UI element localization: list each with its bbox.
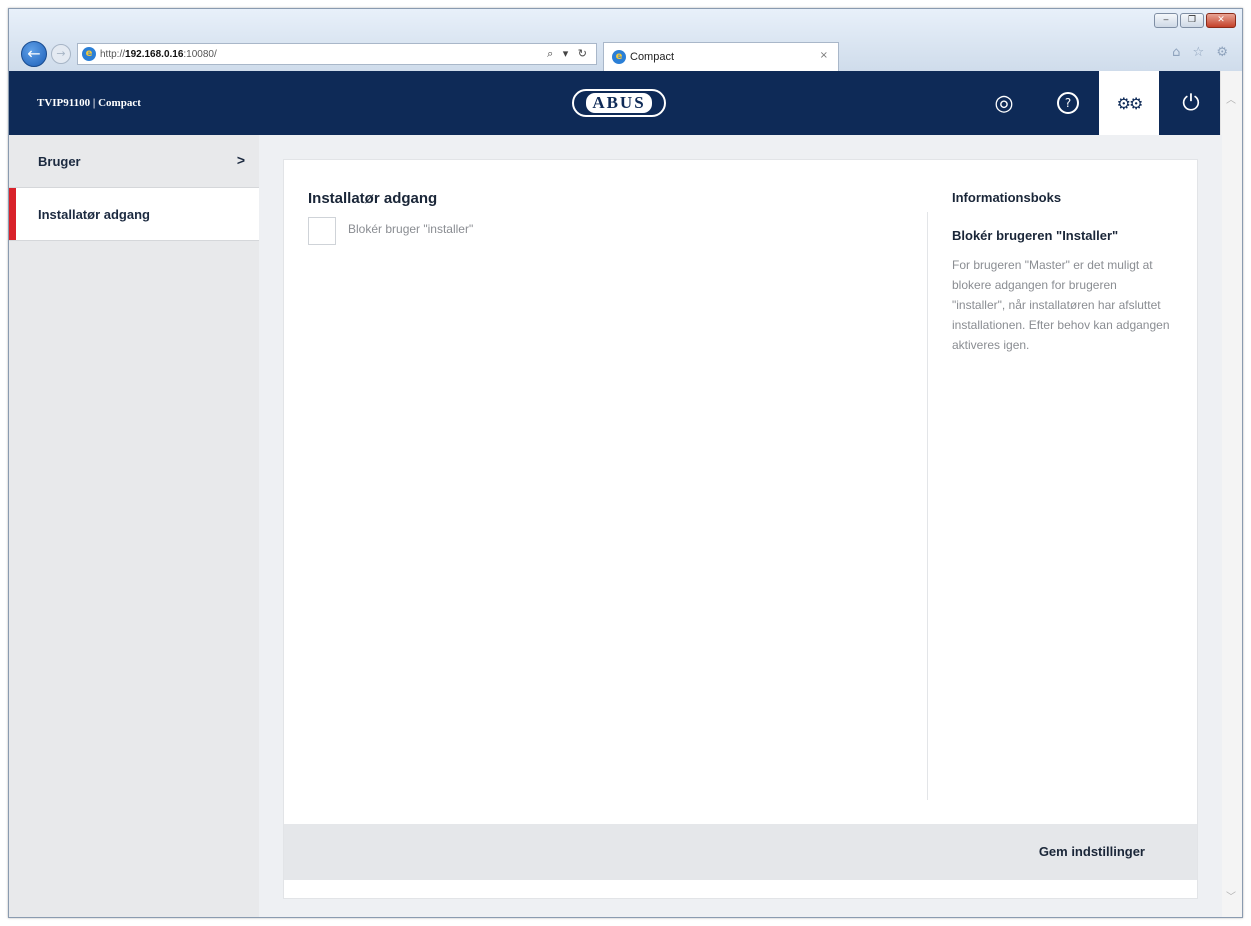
logo-text: ABUS (586, 93, 652, 113)
help-button[interactable]: ? (1038, 71, 1098, 135)
info-box-text: For brugeren "Master" er det muligt at b… (952, 258, 1170, 352)
power-button[interactable]: ⏻ (1161, 71, 1221, 135)
info-divider (927, 212, 928, 800)
main-content: Installatør adgang Blokér bruger "instal… (259, 135, 1222, 917)
app-header: TVIP91100 | Compact ABUS ◎ ? ⚙⚙ ⏻ (9, 71, 1222, 135)
window-controls: ‒ ❐ ✕ (1154, 13, 1236, 28)
close-window-button[interactable]: ✕ (1206, 13, 1236, 28)
device-title: TVIP91100 | Compact (37, 97, 141, 109)
back-arrow-icon[interactable]: ← (21, 41, 47, 67)
settings-icon: ⚙⚙ (1116, 93, 1144, 113)
panel-footer: Gem indstillinger (284, 824, 1197, 880)
block-installer-checkbox[interactable] (308, 217, 336, 245)
page-scrollbar[interactable]: ︿ ﹀ (1220, 71, 1242, 917)
address-bar[interactable]: e http:// 192.168.0.16 :10080/ ⌕ ▾ ↻ (77, 43, 597, 65)
camera-icon: ◎ (994, 90, 1014, 116)
sidebar-item-label: Bruger (38, 153, 81, 169)
camera-button[interactable]: ◎ (974, 71, 1034, 135)
abus-logo: ABUS (572, 89, 666, 117)
chevron-right-icon: > (236, 152, 245, 168)
home-favorites-settings-icons[interactable]: ⌂ ☆ ⚙ (1172, 45, 1232, 60)
sidebar-item-label: Installatør adgang (38, 206, 150, 222)
forward-arrow-icon[interactable]: → (51, 44, 71, 64)
maximize-button[interactable]: ❐ (1180, 13, 1204, 28)
help-icon: ? (1057, 92, 1079, 114)
tab-title: Compact (630, 51, 675, 63)
settings-panel: Installatør adgang Blokér bruger "instal… (283, 159, 1198, 899)
sidebar-item-bruger[interactable]: Bruger > (9, 135, 259, 188)
power-icon: ⏻ (1182, 90, 1200, 116)
settings-button[interactable]: ⚙⚙ (1099, 71, 1159, 135)
sidebar: Bruger > Installatør adgang (9, 135, 259, 917)
browser-tab[interactable]: e Compact × (603, 42, 839, 71)
address-tools-icon[interactable]: ⌕ ▾ ↻ (547, 47, 590, 61)
sidebar-item-installer-access[interactable]: Installatør adgang (9, 188, 259, 241)
block-installer-label: Blokér bruger "installer" (348, 222, 474, 236)
url-host: 192.168.0.16 (125, 48, 184, 60)
save-settings-button[interactable]: Gem indstillinger (1039, 844, 1145, 859)
info-box-heading: Blokér brugeren "Installer" (952, 228, 1119, 243)
url-suffix: :10080/ (183, 48, 217, 60)
section-title: Installatør adgang (308, 190, 438, 207)
info-box-title: Informationsboks (952, 190, 1062, 205)
browser-titlebar: ‒ ❐ ✕ ← → e http:// 192.168.0.16 :10080/… (9, 9, 1242, 71)
tab-page-icon: e (612, 50, 626, 64)
ie-page-icon: e (82, 47, 96, 61)
scroll-up-icon[interactable]: ︿ (1226, 91, 1236, 106)
url-prefix: http:// (100, 48, 126, 60)
tab-close-icon[interactable]: × (820, 50, 828, 61)
minimize-button[interactable]: ‒ (1154, 13, 1178, 28)
scroll-down-icon[interactable]: ﹀ (1226, 888, 1236, 903)
browser-window: ‒ ❐ ✕ ← → e http:// 192.168.0.16 :10080/… (8, 8, 1243, 918)
